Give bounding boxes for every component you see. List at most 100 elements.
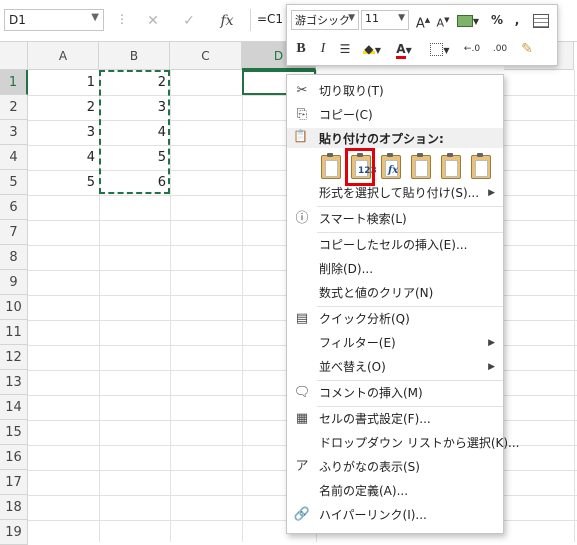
font-color-button[interactable]: A▼	[391, 39, 417, 59]
fill-color-button[interactable]: ◆▼	[359, 39, 385, 59]
formula-input[interactable]: =C1	[250, 9, 290, 31]
column-header-a[interactable]: A	[28, 42, 99, 70]
paste-button[interactable]	[317, 151, 343, 181]
increase-decimal-button[interactable]: ←.0	[459, 39, 485, 59]
format-cells-icon: ▦	[295, 411, 309, 426]
row-header-1[interactable]: 1	[0, 70, 28, 95]
paste-link-button[interactable]	[467, 151, 493, 181]
menu-item-label: ドロップダウン リストから選択(K)...	[319, 436, 520, 450]
menu-item-label: ふりがなの表示(S)	[319, 460, 420, 474]
row-header-6[interactable]: 6	[0, 195, 28, 220]
row-header-13[interactable]: 13	[0, 370, 28, 395]
row-header-19[interactable]: 19	[0, 520, 28, 545]
menu-item-smart-lookup[interactable]: ⓘ スマート検索(L)	[287, 207, 503, 231]
insert-function-button[interactable]: fx	[212, 10, 242, 32]
context-menu: ✂ 切り取り(T) ⎘ コピー(C) 📋 貼り付けのオプション: 123 fx …	[286, 74, 520, 534]
row-header-14[interactable]: 14	[0, 395, 28, 420]
menu-item-define-name[interactable]: 名前の定義(A)...	[287, 479, 503, 503]
borders-button[interactable]: ▼	[427, 39, 453, 59]
submenu-arrow-icon: ▶	[488, 362, 495, 372]
paste-options-header: 📋 貼り付けのオプション:	[287, 128, 503, 148]
cell-a5[interactable]: 5	[28, 170, 99, 195]
menu-item-clear-contents[interactable]: 数式と値のクリア(N)	[287, 281, 503, 305]
chevron-down-icon[interactable]: ▼	[91, 12, 99, 23]
font-size-value: 11	[365, 12, 379, 25]
link-icon: 🔗	[293, 507, 311, 522]
cell-a4[interactable]: 4	[28, 145, 99, 170]
format-painter-icon[interactable]: ✎	[517, 39, 537, 59]
menu-item-hyperlink[interactable]: 🔗 ハイパーリンク(I)...	[287, 503, 503, 527]
row-header-11[interactable]: 11	[0, 320, 28, 345]
menu-item-cut[interactable]: ✂ 切り取り(T)	[287, 79, 503, 103]
menu-item-paste-special[interactable]: 形式を選択して貼り付け(S)... ▶	[287, 181, 503, 205]
menu-item-sort[interactable]: 並べ替え(O) ▶	[287, 355, 503, 379]
grow-font-button[interactable]: A▲	[413, 10, 433, 32]
paste-transpose-button[interactable]	[407, 151, 433, 181]
decrease-decimal-button[interactable]: .00	[487, 39, 513, 59]
chevron-down-icon: ▼	[348, 13, 355, 23]
select-all-corner[interactable]	[0, 42, 28, 70]
menu-item-filter[interactable]: フィルター(E) ▶	[287, 331, 503, 355]
row-header-9[interactable]: 9	[0, 270, 28, 295]
row-header-12[interactable]: 12	[0, 345, 28, 370]
menu-item-show-phonetic[interactable]: ア ふりがなの表示(S)	[287, 455, 503, 479]
menu-item-copy[interactable]: ⎘ コピー(C)	[287, 103, 503, 127]
column-header-c[interactable]: C	[170, 42, 242, 70]
menu-item-delete[interactable]: 削除(D)...	[287, 257, 503, 281]
font-size-select[interactable]: 11 ▼	[361, 10, 409, 30]
menu-item-label: 切り取り(T)	[319, 84, 384, 98]
menu-item-label: 形式を選択して貼り付け(S)...	[319, 186, 480, 200]
row-header-18[interactable]: 18	[0, 495, 28, 520]
percent-style-button[interactable]: %	[487, 10, 507, 30]
paste-formulas-button[interactable]: fx	[377, 151, 403, 181]
number-format-button[interactable]: ▼	[455, 10, 481, 30]
enter-icon[interactable]: ✓	[174, 10, 204, 32]
menu-item-insert-comment[interactable]: 🗨 コメントの挿入(M)	[287, 381, 503, 405]
cell-a3[interactable]: 3	[28, 120, 99, 145]
menu-item-label: コメントの挿入(M)	[319, 386, 423, 400]
row-header-3[interactable]: 3	[0, 120, 28, 145]
cell-a2[interactable]: 2	[28, 95, 99, 120]
column-header-b[interactable]: B	[99, 42, 170, 70]
menu-item-insert-copied[interactable]: コピーしたセルの挿入(E)...	[287, 233, 503, 257]
row-header-17[interactable]: 17	[0, 470, 28, 495]
mini-toolbar: 游ゴシック ▼ 11 ▼ A▲ A▼ ▼ % , B I ☰ ◆▼ A▼ ▼ ←…	[286, 4, 558, 66]
shrink-font-button[interactable]: A▼	[433, 10, 453, 30]
format-table-icon[interactable]	[531, 10, 551, 30]
clipboard-icon	[321, 153, 341, 179]
row-header-7[interactable]: 7	[0, 220, 28, 245]
font-color-icon: A	[396, 42, 406, 59]
scissors-icon: ✂	[296, 83, 308, 98]
row-header-8[interactable]: 8	[0, 245, 28, 270]
paste-formatting-button[interactable]	[437, 151, 463, 181]
menu-item-label: スマート検索(L)	[319, 212, 407, 226]
menu-item-pick-from-list[interactable]: ドロップダウン リストから選択(K)...	[287, 431, 520, 455]
row-header-16[interactable]: 16	[0, 445, 28, 470]
shrink-font-icon: A	[436, 16, 445, 30]
name-box[interactable]: D1 ▼	[4, 9, 104, 31]
cell-a1[interactable]: 1	[28, 70, 99, 95]
row-header-15[interactable]: 15	[0, 420, 28, 445]
italic-button[interactable]: I	[313, 39, 333, 59]
clipboard-icon: 📋	[293, 129, 308, 143]
bold-button[interactable]: B	[291, 39, 311, 59]
row-header-5[interactable]: 5	[0, 170, 28, 195]
quick-analysis-icon: ▤	[295, 311, 309, 326]
menu-item-label: ハイパーリンク(I)...	[319, 508, 427, 522]
menu-item-format-cells[interactable]: ▦ セルの書式設定(F)...	[287, 407, 503, 431]
row-header-4[interactable]: 4	[0, 145, 28, 170]
menu-item-label: 削除(D)...	[319, 262, 374, 276]
submenu-arrow-icon: ▶	[488, 338, 495, 348]
comment-icon: 🗨	[293, 385, 311, 400]
font-name-select[interactable]: 游ゴシック ▼	[291, 10, 359, 30]
menu-item-label: コピー(C)	[319, 108, 373, 122]
name-box-value: D1	[9, 13, 26, 27]
paint-bucket-icon: ◆	[362, 39, 375, 56]
row-header-2[interactable]: 2	[0, 95, 28, 120]
menu-item-quick-analysis[interactable]: ▤ クイック分析(Q)	[287, 307, 503, 331]
row-header-10[interactable]: 10	[0, 295, 28, 320]
align-center-icon[interactable]: ☰	[335, 39, 355, 59]
grow-font-icon: A	[415, 16, 425, 32]
comma-style-button[interactable]: ,	[507, 10, 527, 30]
cancel-icon[interactable]: ✕	[138, 10, 168, 32]
